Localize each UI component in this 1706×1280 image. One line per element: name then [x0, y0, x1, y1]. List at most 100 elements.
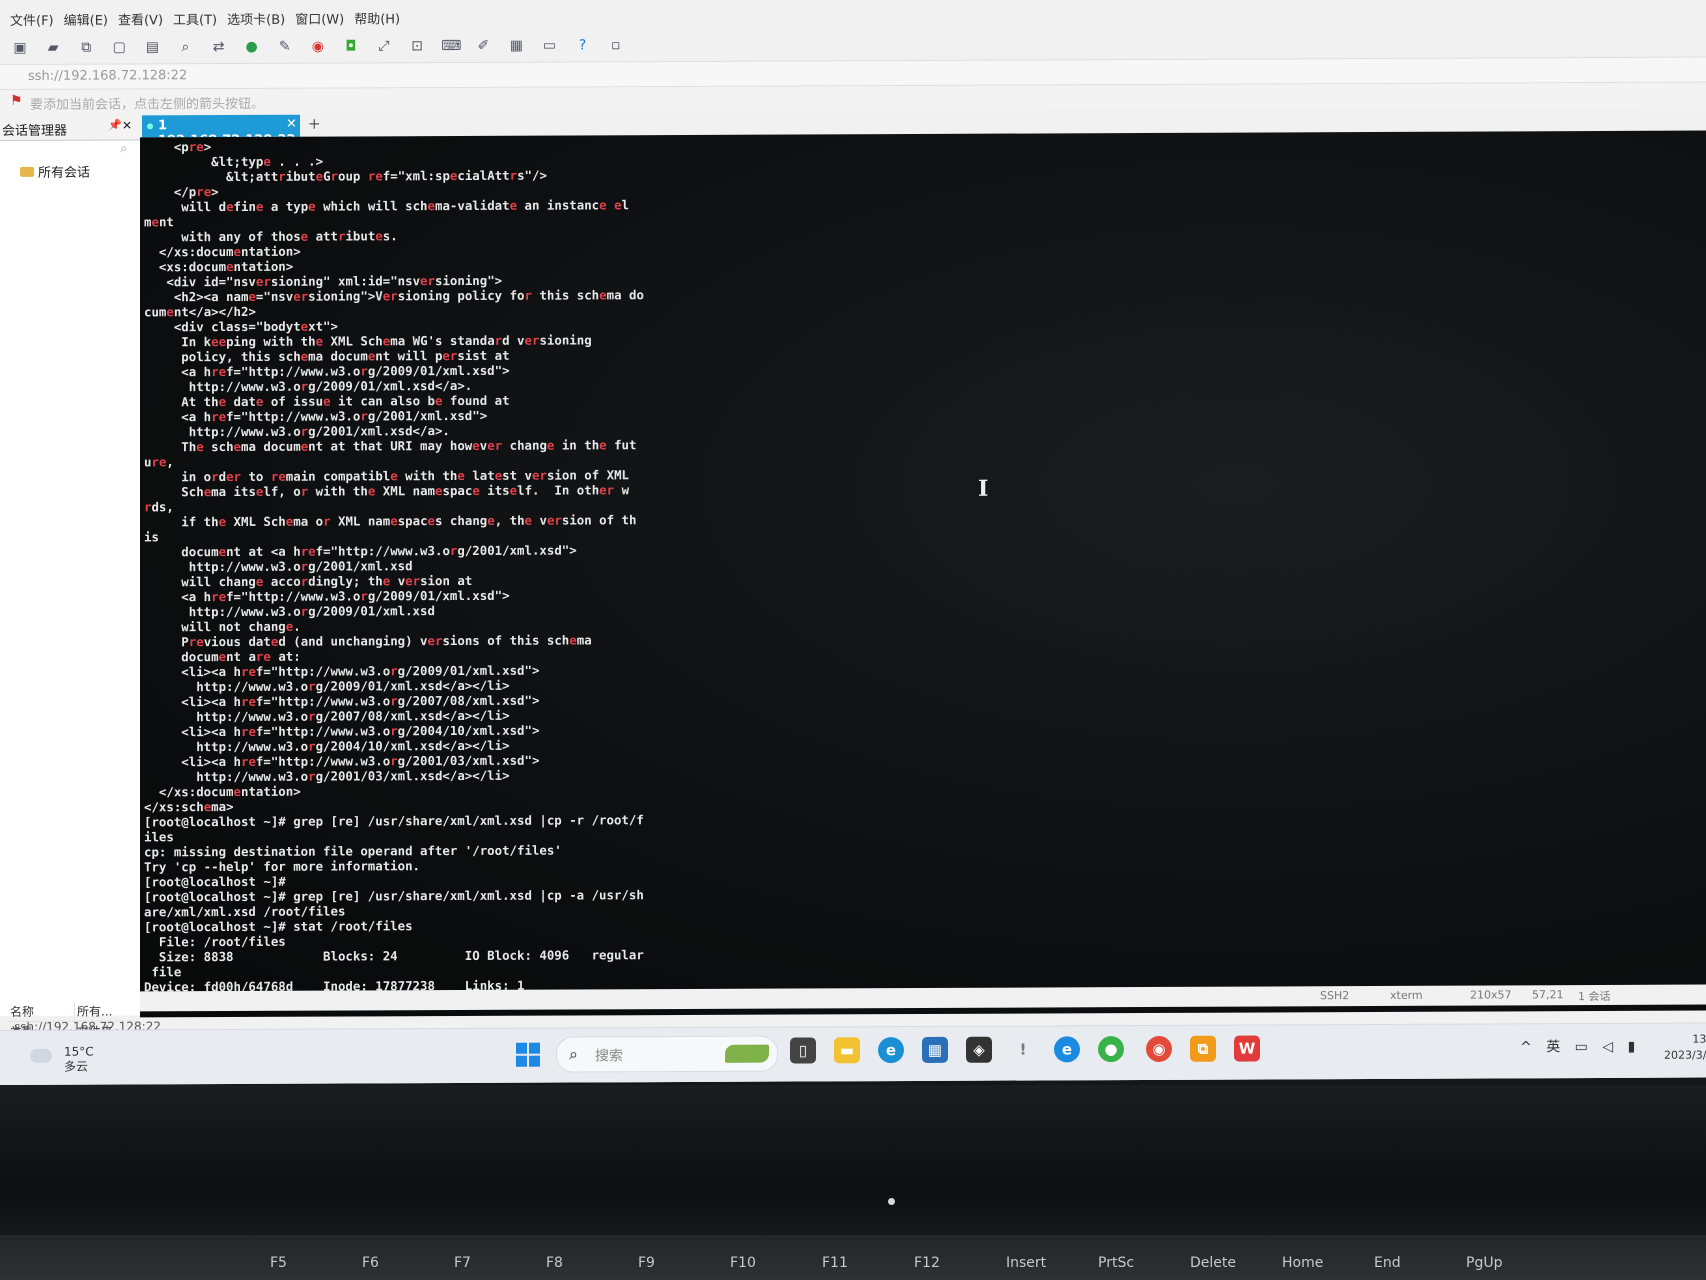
app-icon[interactable]: ◈	[966, 1036, 992, 1063]
start-button[interactable]	[516, 1042, 540, 1067]
webcam-dot	[888, 1198, 895, 1205]
session-arrow-icon[interactable]: ⚑	[10, 93, 23, 109]
search-icon[interactable]: ⌕	[120, 141, 127, 156]
taskbar-search[interactable]: ⌕ 搜索	[556, 1035, 778, 1073]
keyboard-key: F11	[822, 1255, 848, 1271]
new-tab-icon[interactable]: +	[308, 115, 321, 133]
session-manager-header: 会话管理器 📌 ✕	[0, 115, 140, 141]
keyboard-key: F9	[638, 1255, 655, 1271]
close-icon[interactable]: ✕	[122, 118, 132, 132]
chevron-up-icon[interactable]: ^	[1520, 1039, 1532, 1055]
xftp-icon[interactable]: ◉	[309, 38, 327, 56]
folder-icon	[20, 166, 34, 177]
ie-icon[interactable]: e	[1054, 1036, 1080, 1063]
keyboard-function-row: F5 F6 F7 F8 F9 F10 F11 F12 Insert PrtSc Delete Home…	[0, 1235, 1706, 1280]
record-icon[interactable]: ◘	[342, 37, 360, 55]
search-placeholder: 搜索	[595, 1048, 623, 1065]
menu-item[interactable]: 工具(T)	[173, 9, 217, 28]
new-session-icon[interactable]: ▣	[11, 39, 29, 57]
connected-status-icon	[147, 123, 153, 130]
wps-icon[interactable]: W	[1234, 1035, 1260, 1062]
terminal-line: Schema itself, or with the XML namespace…	[144, 482, 630, 500]
keyboard-key: F10	[730, 1255, 756, 1271]
open-folder-icon[interactable]: ▰	[44, 39, 62, 57]
terminal-line: Previous dated (and unchanging) versions…	[144, 632, 592, 650]
clock-time: 13	[1692, 1032, 1706, 1046]
tab-session-1[interactable]: 1 192.168.72.128:22 ✕	[142, 114, 300, 148]
task-view-icon[interactable]: ▯	[790, 1037, 816, 1064]
menu-item[interactable]: 编辑(E)	[64, 10, 108, 29]
menu-item[interactable]: 窗口(W)	[295, 8, 344, 27]
store-icon[interactable]: ▦	[922, 1036, 948, 1063]
menu-bar: 文件(F) 编辑(E) 查看(V) 工具(T) 选项卡(B) 窗口(W) 帮助(H)	[0, 3, 1706, 32]
session-manager-panel: 会话管理器 📌 ✕ ⌕ 所有会话 名称所有...类型文件夹子项目0主机端口22协…	[0, 115, 141, 1085]
edge-icon[interactable]: e	[878, 1037, 904, 1064]
paste-icon[interactable]: ▢	[110, 38, 128, 56]
close-tab-icon[interactable]: ✕	[286, 117, 297, 132]
compose-icon[interactable]: ▭	[541, 37, 559, 55]
weather-desc: 多云	[64, 1059, 89, 1074]
status-protocol: SSH2	[1320, 989, 1350, 1003]
help-icon[interactable]: ?	[574, 36, 592, 54]
tree-item-all-sessions[interactable]: 所有会话	[20, 162, 90, 181]
menu-item[interactable]: 文件(F)	[10, 10, 54, 29]
menu-item[interactable]: 帮助(H)	[354, 8, 400, 27]
keyboard-key: F6	[362, 1255, 379, 1271]
status-size: 210x57	[1470, 988, 1512, 1002]
keyboard-key: Delete	[1190, 1255, 1236, 1271]
xftp-app-icon[interactable]: ◉	[1146, 1035, 1172, 1062]
script-icon[interactable]: ✎	[276, 38, 294, 56]
lock-icon[interactable]: ⊡	[408, 37, 426, 55]
transfer-icon[interactable]: ⇄	[210, 38, 228, 56]
terminal-line: <h2><a name="nsversioning">Versioning po…	[144, 287, 644, 305]
pin-icon[interactable]: 📌	[108, 118, 122, 131]
tree-item-label: 所有会话	[38, 165, 91, 181]
search-highlight-icon	[725, 1044, 769, 1063]
find-icon[interactable]: ⌕	[176, 38, 194, 56]
pin-app-icon[interactable]: !	[1010, 1036, 1036, 1062]
terminal-line: The schema document at that URI may howe…	[144, 437, 637, 455]
terminal-line: [root@localhost ~]# grep [re] /usr/share…	[144, 812, 644, 830]
session-manager-title: 会话管理器	[2, 123, 68, 139]
chat-icon[interactable]: ▫	[607, 36, 625, 54]
clock-date: 2023/3/	[1664, 1048, 1706, 1062]
cloud-icon	[30, 1048, 52, 1063]
globe-icon[interactable]: ●	[243, 38, 261, 56]
keyboard-key: Insert	[1006, 1255, 1047, 1271]
terminal-line: In keeping with the XML Schema WG's stan…	[144, 332, 592, 350]
status-sessions: 1 会话	[1578, 989, 1611, 1004]
property-value: 所有...	[74, 1001, 134, 1022]
battery-icon[interactable]: ▮	[1628, 1039, 1636, 1055]
keyboard-key: F12	[914, 1255, 940, 1271]
terminal-line: document at <a href="http://www.w3.org/2…	[144, 542, 577, 560]
layout-icon[interactable]: ▦	[507, 37, 525, 55]
terminal-output: <pre> &lt;type . . .> &lt;attributeGroup…	[144, 137, 644, 994]
taskbar-clock[interactable]: 13 2023/3/	[1664, 1032, 1706, 1064]
keyboard-key: F7	[454, 1255, 471, 1271]
copy-icon[interactable]: ⧉	[77, 39, 95, 57]
network-icon[interactable]: ▭	[1575, 1039, 1588, 1055]
text-cursor-icon: I	[978, 475, 989, 502]
terminal-line: Size: 8838 Blocks: 24 IO Block: 4096 reg…	[144, 947, 644, 965]
menu-item[interactable]: 查看(V)	[118, 9, 163, 28]
copy-app-icon[interactable]: ⧉	[1190, 1035, 1216, 1062]
keyboard-key: F5	[270, 1255, 287, 1271]
keyboard-key: PgUp	[1466, 1255, 1503, 1271]
keyboard-icon[interactable]: ⌨	[441, 37, 461, 55]
terminal-line: will define a type which will schema-val…	[144, 197, 630, 215]
file-explorer-icon[interactable]: ▬	[834, 1037, 860, 1064]
keyboard-key: Home	[1282, 1255, 1324, 1271]
highlight-icon[interactable]: ✐	[474, 37, 492, 55]
menu-item[interactable]: 选项卡(B)	[227, 9, 285, 28]
windows-taskbar: 15°C 多云 ⌕ 搜索 ▯ ▬ e ▦ ◈ ! e ● ◉ ⧉ W ^ 英 ▭ …	[0, 1022, 1706, 1085]
keyboard-key: PrtSc	[1098, 1255, 1135, 1271]
volume-icon[interactable]: ◁	[1602, 1039, 1613, 1055]
terminal-line: [root@localhost ~]# grep [re] /usr/share…	[144, 887, 644, 905]
fullscreen-icon[interactable]: ⤢	[375, 37, 393, 55]
status-term: xterm	[1390, 988, 1423, 1002]
terminal-view[interactable]: <pre> &lt;type . . .> &lt;attributeGroup…	[140, 130, 1706, 1018]
ime-indicator[interactable]: 英	[1546, 1039, 1560, 1055]
address-text[interactable]: ssh://192.168.72.128:22	[28, 68, 187, 84]
xshell-app-icon[interactable]: ●	[1098, 1036, 1124, 1063]
properties-icon[interactable]: ▤	[143, 38, 161, 56]
